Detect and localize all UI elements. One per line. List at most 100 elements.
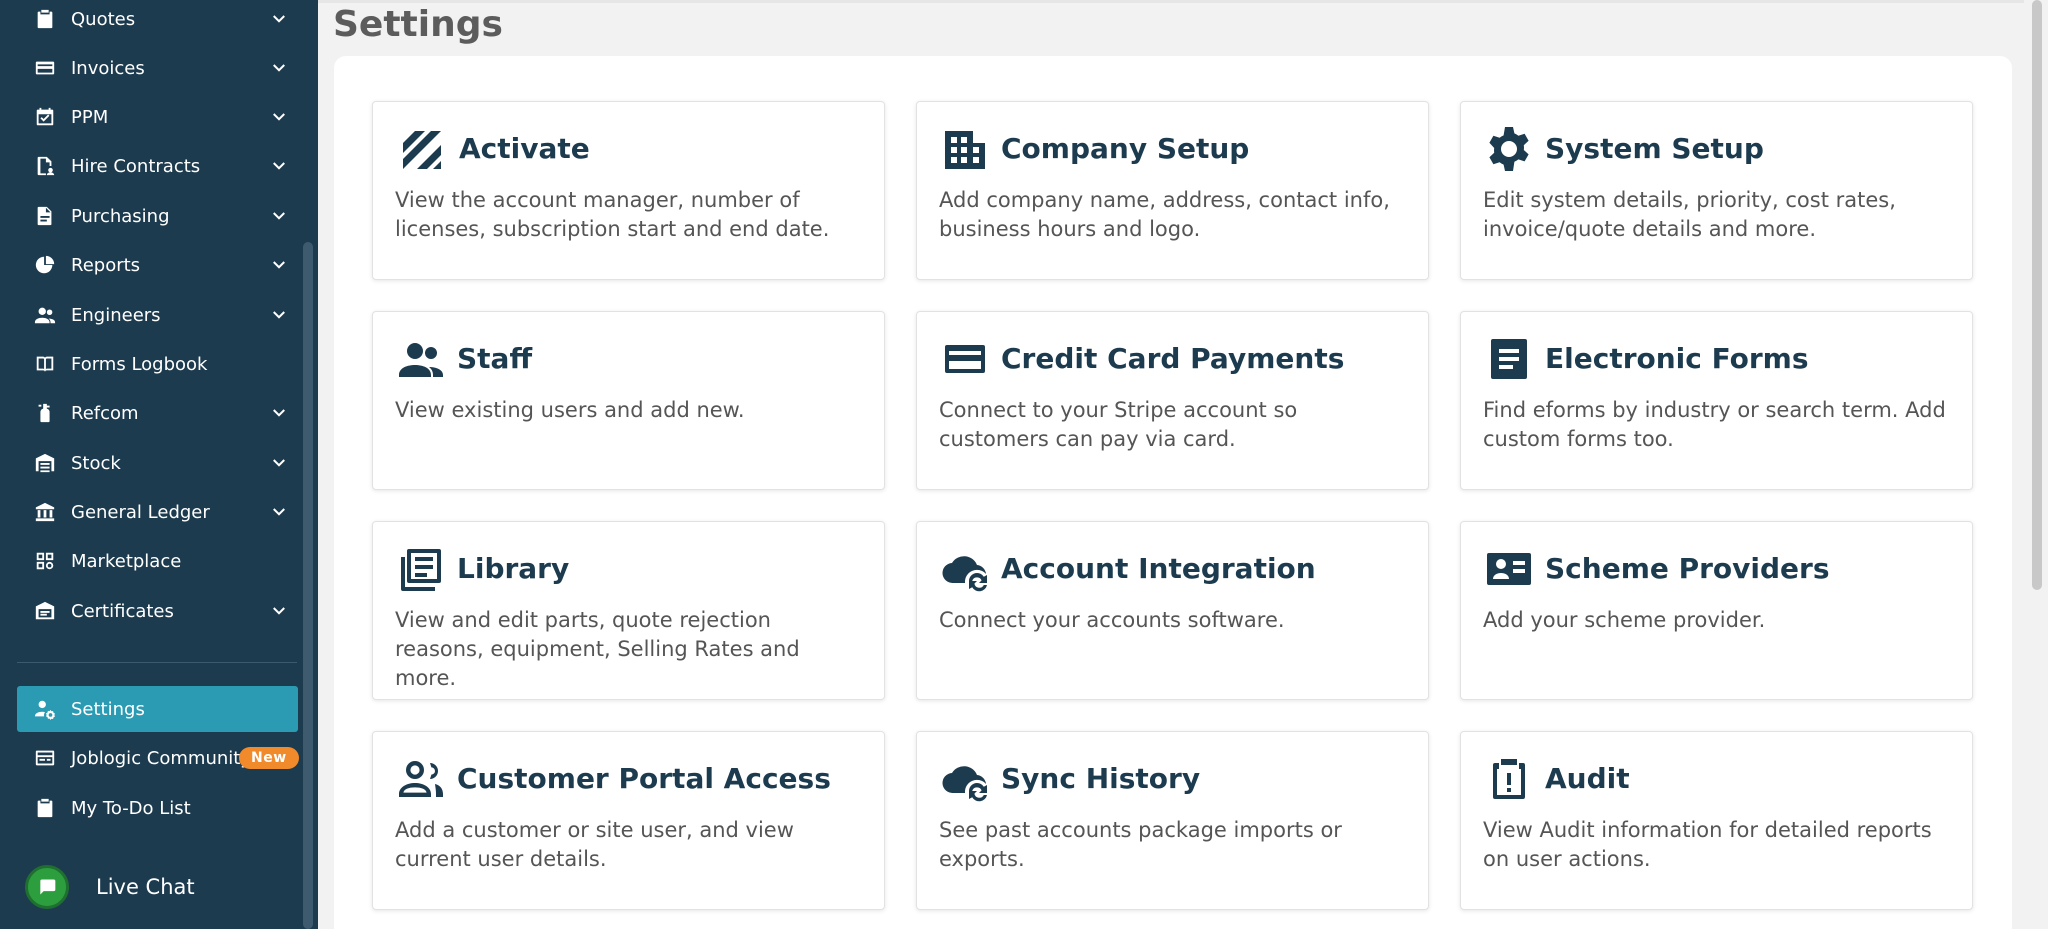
sidebar-item-my-to-do-list[interactable]: My To-Do List <box>0 785 300 831</box>
card-title: Activate <box>459 132 590 165</box>
chat-icon <box>25 865 69 909</box>
new-badge: New <box>239 747 299 769</box>
building-icon <box>939 124 991 174</box>
chevron-down-icon[interactable] <box>270 454 288 472</box>
card-description: Add your scheme provider. <box>1483 608 1766 632</box>
pie-chart-icon <box>34 254 56 276</box>
sidebar-item-certificates[interactable]: Certificates <box>0 588 300 634</box>
sidebar-item-purchasing[interactable]: Purchasing <box>0 193 300 239</box>
extinguisher-icon <box>34 402 56 424</box>
card-title: Electronic Forms <box>1545 342 1809 375</box>
community-icon <box>34 747 56 769</box>
sidebar-item-label: Quotes <box>71 8 136 30</box>
chevron-down-icon[interactable] <box>270 59 288 77</box>
top-bar <box>318 0 2024 3</box>
chevron-down-icon[interactable] <box>270 306 288 324</box>
card-description: Edit system details, priority, cost rate… <box>1483 188 1896 241</box>
page-title: Settings <box>333 4 503 45</box>
sidebar-item-invoices[interactable]: Invoices <box>0 45 300 91</box>
clipboard-alert-icon <box>1483 754 1535 804</box>
sidebar: Quotes Invoices PPM Hire Contracts Purchasin… <box>0 0 318 929</box>
card-title: Company Setup <box>1001 132 1250 165</box>
settings-card-system-setup[interactable]: System Setup Edit system details, priorit… <box>1460 101 1973 280</box>
certificate-icon <box>34 600 56 622</box>
sidebar-item-label: PPM <box>71 106 109 128</box>
settings-card-activate[interactable]: Activate View the account manager, number… <box>372 101 885 280</box>
settings-card-audit[interactable]: Audit View Audit information for detailed… <box>1460 731 1973 910</box>
sidebar-item-label: Purchasing <box>71 205 170 227</box>
card-description: Find eforms by industry or search term. … <box>1483 398 1946 451</box>
card-title: Staff <box>457 342 533 375</box>
chevron-down-icon[interactable] <box>270 404 288 422</box>
card-title: Credit Card Payments <box>1001 342 1345 375</box>
sidebar-item-label: Certificates <box>71 600 174 622</box>
people-outline-icon <box>395 754 447 804</box>
card-title: Library <box>457 552 570 585</box>
library-icon <box>395 544 447 594</box>
card-title: System Setup <box>1545 132 1764 165</box>
sidebar-item-label: Settings <box>71 698 145 720</box>
sidebar-item-label: Invoices <box>71 57 145 79</box>
document-icon <box>34 205 56 227</box>
sidebar-item-ppm[interactable]: PPM <box>0 94 300 140</box>
sidebar-item-stock[interactable]: Stock <box>0 440 300 486</box>
sidebar-item-label: Forms Logbook <box>71 353 208 375</box>
settings-card-electronic-forms[interactable]: Electronic Forms Find eforms by industry … <box>1460 311 1973 490</box>
card-description: View the account manager, number of lice… <box>395 188 830 241</box>
sidebar-item-label: Reports <box>71 254 141 276</box>
settings-card-customer-portal-access[interactable]: Customer Portal Access Add a customer or … <box>372 731 885 910</box>
sidebar-scrollbar-thumb[interactable] <box>303 242 313 929</box>
settings-card-account-integration[interactable]: Account Integration Connect your accounts… <box>916 521 1429 700</box>
sidebar-item-label: Marketplace <box>71 550 182 572</box>
chevron-down-icon[interactable] <box>270 207 288 225</box>
sidebar-item-label: Hire Contracts <box>71 155 201 177</box>
settings-card-credit-card-payments[interactable]: Credit Card Payments Connect to your Stri… <box>916 311 1429 490</box>
sidebar-item-forms-logbook[interactable]: Forms Logbook <box>0 341 300 387</box>
sidebar-divider <box>17 662 297 663</box>
chevron-down-icon[interactable] <box>270 602 288 620</box>
settings-card-staff[interactable]: Staff View existing users and add new. <box>372 311 885 490</box>
settings-card-sync-history[interactable]: Sync History See past accounts package im… <box>916 731 1429 910</box>
checklist-icon <box>34 797 56 819</box>
card-description: Add company name, address, contact info,… <box>939 188 1390 241</box>
card-description: See past accounts package imports or exp… <box>939 818 1342 871</box>
card-title: Account Integration <box>1001 552 1316 585</box>
chevron-down-icon[interactable] <box>270 503 288 521</box>
sidebar-item-joblogic-community[interactable]: Joblogic Community New <box>0 735 300 781</box>
chevron-down-icon[interactable] <box>270 256 288 274</box>
sidebar-item-refcom[interactable]: Refcom <box>0 390 300 436</box>
gear-icon <box>1483 124 1535 174</box>
clipboard-icon <box>34 8 56 30</box>
bank-icon <box>34 501 56 523</box>
card-description: Connect your accounts software. <box>939 608 1285 632</box>
sidebar-item-marketplace[interactable]: Marketplace <box>0 538 300 584</box>
document-user-icon <box>34 155 56 177</box>
sidebar-item-label: My To-Do List <box>71 797 191 819</box>
settings-card-scheme-providers[interactable]: Scheme Providers Add your scheme provider… <box>1460 521 1973 700</box>
calendar-check-icon <box>34 106 56 128</box>
sidebar-item-hire-contracts[interactable]: Hire Contracts <box>0 143 300 189</box>
chevron-down-icon[interactable] <box>270 108 288 126</box>
sidebar-item-general-ledger[interactable]: General Ledger <box>0 489 300 535</box>
sidebar-item-reports[interactable]: Reports <box>0 242 300 288</box>
card-description: Connect to your Stripe account so custom… <box>939 398 1298 451</box>
sidebar-item-label: Refcom <box>71 402 139 424</box>
chevron-down-icon[interactable] <box>270 157 288 175</box>
sidebar-item-engineers[interactable]: Engineers <box>0 292 300 338</box>
sidebar-item-quotes[interactable]: Quotes <box>0 0 300 42</box>
cloud-sync-icon <box>939 754 991 804</box>
sidebar-item-label: Joblogic Community <box>71 747 251 769</box>
credit-card-icon <box>939 334 991 384</box>
settings-card-company-setup[interactable]: Company Setup Add company name, address, … <box>916 101 1429 280</box>
sidebar-item-label: General Ledger <box>71 501 210 523</box>
sidebar-item-settings[interactable]: Settings <box>17 686 298 732</box>
activate-icon <box>395 124 447 174</box>
credit-card-icon <box>34 57 56 79</box>
page-scrollbar-thumb[interactable] <box>2032 0 2042 590</box>
settings-card-library[interactable]: Library View and edit parts, quote reject… <box>372 521 885 700</box>
sidebar-item-label: Engineers <box>71 304 161 326</box>
chevron-down-icon[interactable] <box>270 10 288 28</box>
card-description: View existing users and add new. <box>395 398 745 422</box>
live-chat-button[interactable]: Live Chat <box>22 864 242 910</box>
warehouse-icon <box>34 452 56 474</box>
